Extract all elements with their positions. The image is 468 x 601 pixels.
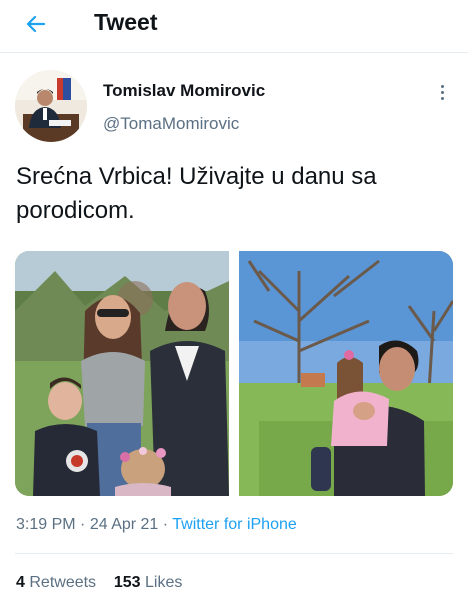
top-bar: Tweet — [0, 0, 468, 50]
tweet-stats: 4 Retweets 153 Likes — [16, 574, 182, 592]
retweets-count: 4 — [16, 574, 25, 591]
tweet-source-link[interactable]: Twitter for iPhone — [172, 516, 297, 533]
tweet-timestamp: 3:19 PM · 24 Apr 21 · Twitter for iPhone — [16, 516, 297, 534]
tweet-photo-1[interactable] — [15, 251, 229, 496]
likes-stat[interactable]: 153 Likes — [114, 574, 183, 591]
separator: · — [80, 516, 86, 533]
avatar[interactable] — [15, 70, 87, 142]
arrow-left-icon — [26, 15, 46, 33]
more-options-icon[interactable] — [430, 80, 454, 104]
tweet-time[interactable]: 3:19 PM — [16, 516, 76, 533]
author-name[interactable]: Tomislav Momirovic — [103, 81, 265, 101]
dot — [440, 96, 444, 100]
page-title: Tweet — [94, 9, 158, 35]
tweet-photo-2[interactable] — [239, 251, 453, 496]
back-button[interactable] — [20, 8, 52, 40]
tweet-date[interactable]: 24 Apr 21 — [90, 516, 159, 533]
divider — [15, 553, 453, 554]
likes-label: Likes — [145, 574, 183, 591]
separator: · — [162, 516, 169, 533]
dot — [440, 90, 444, 94]
retweets-stat[interactable]: 4 Retweets — [16, 574, 96, 591]
author-handle[interactable]: @TomaMomirovic — [103, 114, 239, 134]
divider — [0, 52, 468, 53]
tweet-text: Srećna Vrbica! Uživajte u danu sa porodi… — [16, 163, 377, 224]
likes-count: 153 — [113, 574, 141, 591]
dot — [440, 84, 444, 88]
retweets-label: Retweets — [29, 574, 97, 591]
